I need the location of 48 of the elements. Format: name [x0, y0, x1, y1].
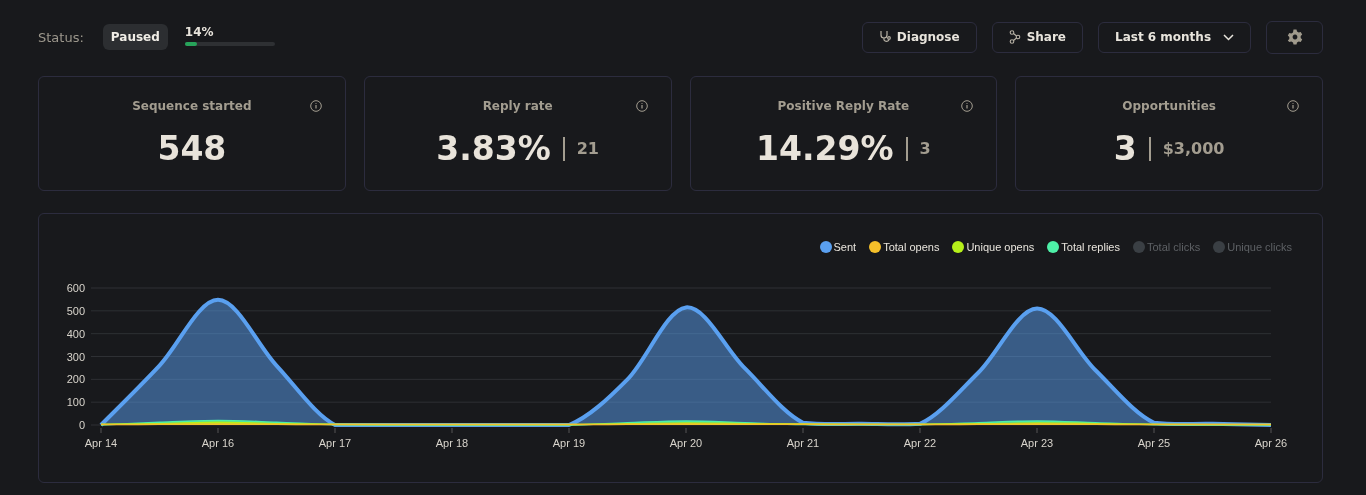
x-tick-label: Apr 18 — [435, 437, 469, 449]
x-tick-label: Apr 19 — [552, 437, 586, 449]
y-tick-label: 100 — [66, 396, 85, 409]
metric-secondary: 3 — [919, 139, 931, 158]
info-icon[interactable] — [309, 100, 322, 112]
metric-secondary: $3,000 — [1162, 139, 1225, 158]
info-icon[interactable] — [961, 100, 974, 112]
x-tick-label: Apr 22 — [903, 437, 937, 449]
metric-value: 14.29% — [756, 129, 894, 168]
y-tick-label: 300 — [66, 350, 85, 363]
settings-icon — [1286, 29, 1303, 45]
x-tick-label: Apr 23 — [1020, 437, 1054, 449]
status-badge: Paused — [102, 24, 168, 50]
x-tick-label: Apr 21 — [786, 437, 820, 449]
legend-item[interactable]: Total opens — [869, 241, 940, 253]
progress-percent: 14% — [184, 24, 215, 39]
metric-title: Reply rate — [482, 99, 553, 113]
y-tick-label: 400 — [66, 327, 85, 340]
x-tick-label: Apr 14 — [84, 437, 118, 449]
diagnose-button[interactable]: Diagnose — [861, 21, 977, 53]
x-tick-label: Apr 25 — [1137, 437, 1171, 449]
info-icon[interactable] — [635, 100, 648, 112]
metric-title: Positive Reply Rate — [777, 99, 910, 113]
legend-item[interactable]: Sent — [819, 241, 857, 253]
metric-title: Opportunities — [1122, 99, 1216, 113]
legend-item[interactable]: Unique opens — [952, 241, 1035, 253]
metric-value: 3.83% — [436, 129, 551, 168]
x-tick-label: Apr 17 — [318, 437, 352, 449]
status-label: Status: — [38, 29, 84, 45]
metric-title: Sequence started — [132, 99, 252, 113]
metric-secondary: 21 — [576, 139, 599, 158]
legend-item[interactable]: Total replies — [1047, 241, 1120, 253]
y-tick-label: 600 — [66, 282, 85, 294]
x-tick-label: Apr 26 — [1254, 437, 1288, 449]
y-tick-label: 500 — [66, 304, 85, 317]
y-tick-label: 200 — [66, 373, 85, 386]
date-range-dropdown[interactable]: Last 6 months — [1098, 21, 1251, 53]
stethoscope-icon — [878, 30, 891, 44]
share-icon — [1008, 30, 1021, 44]
y-tick-label: 0 — [78, 419, 85, 431]
x-tick-label: Apr 20 — [669, 437, 703, 449]
metric-value: 548 — [157, 129, 227, 168]
metric-value: 3 — [1113, 129, 1137, 168]
x-tick-label: Apr 16 — [201, 437, 235, 449]
info-icon[interactable] — [1287, 100, 1299, 112]
settings-button[interactable] — [1266, 20, 1323, 54]
share-button[interactable]: Share — [991, 21, 1083, 53]
chevron-down-icon — [1223, 33, 1234, 41]
